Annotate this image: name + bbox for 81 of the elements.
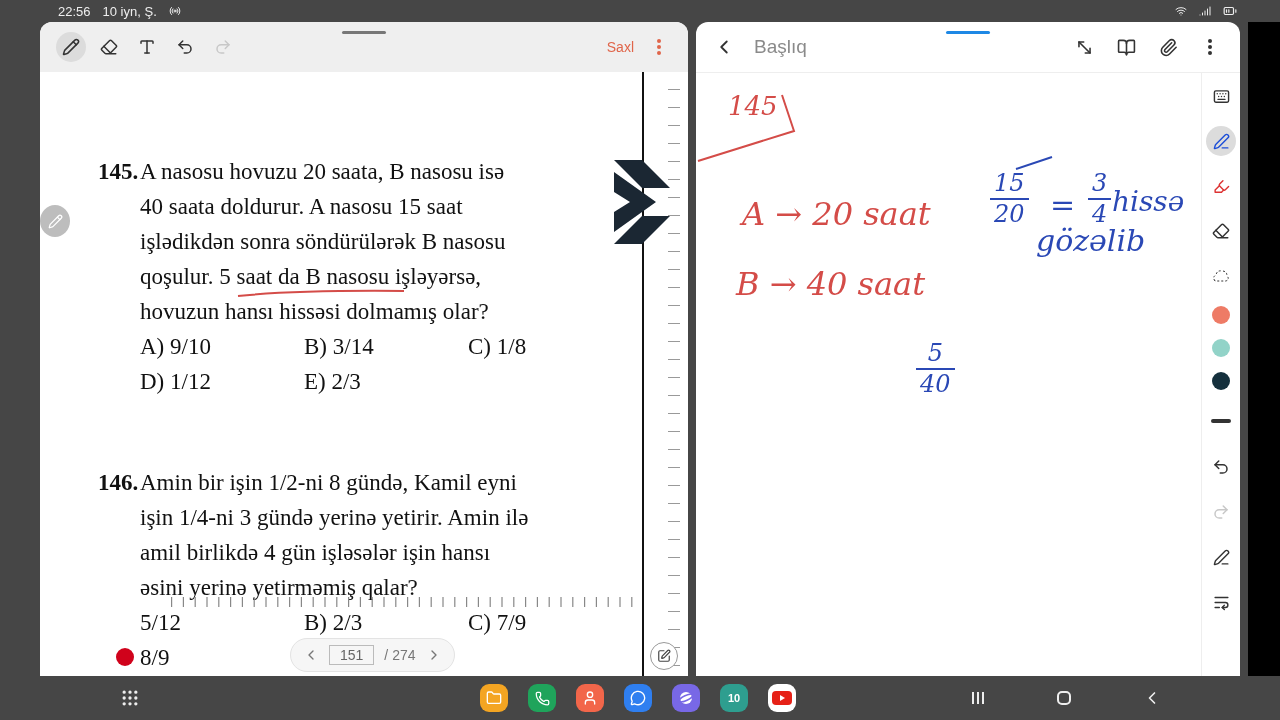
- answer-option: 8/9: [140, 644, 304, 671]
- phone-app-icon[interactable]: [528, 684, 556, 712]
- undo-icon: [1212, 458, 1230, 476]
- answer-option: 5/12: [140, 609, 304, 636]
- date: 10 iyn, Ş.: [102, 3, 157, 19]
- keyboard-icon: [1212, 87, 1230, 105]
- answer-option: E) 2/3: [304, 368, 468, 395]
- folder-icon: [486, 690, 502, 706]
- publisher-logo-icon: [612, 158, 672, 246]
- handwritten-note: =: [1050, 187, 1076, 222]
- undo-icon: [176, 38, 194, 56]
- dashed-cloud-icon: [1212, 268, 1230, 284]
- more-icon: [1208, 39, 1212, 55]
- pen-tool-button[interactable]: [56, 32, 86, 62]
- pen-icon: [1212, 548, 1230, 566]
- clock: 22:56: [58, 3, 91, 19]
- grid-icon: [120, 688, 140, 708]
- color-swatch[interactable]: [1212, 339, 1230, 357]
- question-text: hovuzun hansı hissəsi dolmamış olar?: [140, 298, 489, 325]
- answer-option: B) 2/3: [304, 609, 468, 636]
- answer-option: D) 1/12: [140, 368, 304, 395]
- highlighter-icon: [1212, 177, 1230, 195]
- phone-icon: [534, 690, 550, 706]
- title-field[interactable]: Başlıq: [754, 36, 1054, 58]
- person-icon: [582, 690, 598, 706]
- messages-app-icon[interactable]: [624, 684, 652, 712]
- question-text: Amin bir işin 1/2-ni 8 gündə, Kamil eyni: [140, 469, 517, 496]
- edit-icon: [657, 649, 671, 663]
- question-text: işlədikdən sonra söndürülərək B nasosu: [140, 228, 506, 255]
- pencil-icon: [47, 213, 63, 229]
- answer-option: C) 7/9: [468, 609, 632, 636]
- three-bars-icon: [971, 691, 985, 705]
- pencil-icon: [62, 38, 80, 56]
- question-text: 40 saata doldurur. A nasosu 15 saat: [140, 193, 463, 220]
- planet-icon: [678, 690, 694, 706]
- handwritten-note: B → 40 saat: [736, 265, 925, 303]
- page-number-field[interactable]: 151: [329, 645, 375, 665]
- more-icon: [657, 39, 661, 55]
- files-app-icon[interactable]: [480, 684, 508, 712]
- drag-handle[interactable]: [946, 31, 990, 34]
- pen-tool-button[interactable]: [1206, 126, 1236, 156]
- save-button[interactable]: Saxl: [604, 37, 636, 57]
- contacts-app-icon[interactable]: [576, 684, 604, 712]
- color-swatch[interactable]: [1212, 372, 1230, 390]
- battery-icon: [1223, 4, 1237, 18]
- chat-bubble-icon: [630, 690, 646, 706]
- answer-option: B) 3/14: [304, 333, 468, 360]
- text-icon: [138, 38, 156, 56]
- question-text: işin 1/4-ni 3 gündə yerinə yetirir. Amin ilə: [140, 504, 529, 531]
- recording-dot: [116, 648, 134, 666]
- page-total: / 274: [384, 647, 416, 663]
- question-text: A nasosu hovuzu 20 saata, B nasosu isə: [140, 158, 505, 185]
- browser-app-icon[interactable]: [672, 684, 700, 712]
- drag-handle[interactable]: [342, 31, 386, 34]
- calendar-app-icon[interactable]: 10: [720, 684, 748, 712]
- answer-option: A) 9/10: [140, 333, 304, 360]
- redo-icon: [214, 38, 232, 56]
- question-text: amil birlikdə 4 gün işləsələr işin hansı: [140, 539, 491, 566]
- book-icon: [1116, 37, 1136, 57]
- question-text: qoşulur. 5 saat da B nasosu işləyərsə,: [140, 263, 482, 290]
- play-icon: [772, 691, 792, 705]
- signal-icon: [1199, 5, 1211, 17]
- paperclip-icon: [1158, 37, 1178, 57]
- handwritten-fraction: 5 40: [916, 341, 955, 398]
- wifi-icon: [1175, 5, 1187, 17]
- hotspot-icon: [168, 5, 181, 17]
- color-swatch[interactable]: [1212, 306, 1230, 324]
- stroke-width-control[interactable]: [1211, 419, 1231, 423]
- handwritten-note: 145: [728, 91, 778, 121]
- eraser-icon: [1212, 222, 1230, 240]
- question-number: 146.: [98, 469, 140, 496]
- question-number: 145.: [98, 158, 140, 185]
- handwritten-note: hissə: [1112, 185, 1185, 218]
- pen-icon: [1212, 132, 1230, 150]
- handwritten-fraction: 15 20: [990, 171, 1029, 228]
- answer-option: C) 1/8: [468, 333, 632, 360]
- question-text: əsini yerinə yetirməmiş qalar?: [140, 574, 418, 601]
- eraser-icon: [100, 38, 118, 56]
- video-app-icon[interactable]: [768, 684, 796, 712]
- rounded-square-icon: [1056, 690, 1072, 706]
- redo-icon: [1212, 503, 1230, 521]
